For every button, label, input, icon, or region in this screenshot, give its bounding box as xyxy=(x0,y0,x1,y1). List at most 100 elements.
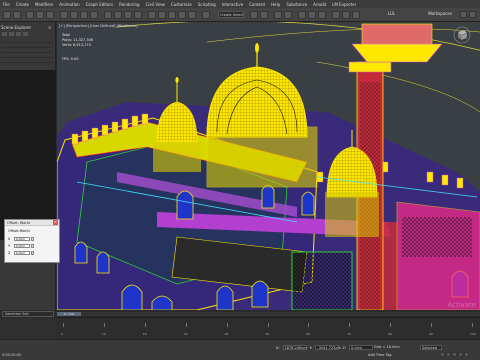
timeline-tick xyxy=(226,323,228,327)
go-to-start-icon[interactable] xyxy=(440,352,445,357)
mirror-icon[interactable] xyxy=(250,11,258,19)
fps-label: FPS: xyxy=(62,57,70,61)
selection-region-icon[interactable] xyxy=(80,11,88,19)
list-item[interactable] xyxy=(1,54,53,58)
select-object-icon[interactable] xyxy=(60,11,68,19)
scene-explorer-title: Scene Explorer xyxy=(1,25,32,30)
menu-content[interactable]: Content xyxy=(246,2,268,7)
status-bar: 0:00:20:00 X: 1878.249cm Y: -3441.723cm … xyxy=(0,339,480,360)
bind-space-warp-icon[interactable] xyxy=(46,11,54,19)
x-coordinate-field[interactable]: 1878.249cm xyxy=(282,345,307,350)
selection-set-dropdown[interactable]: Create Selection Set xyxy=(218,11,244,18)
time-slider[interactable]: 0 / 100 xyxy=(57,312,480,316)
snap-toggle-icon[interactable] xyxy=(158,11,166,19)
ribbon-toggle-icon[interactable] xyxy=(284,11,292,19)
close-icon[interactable] xyxy=(469,11,476,18)
menu-customize[interactable]: Customize xyxy=(168,2,195,7)
placement-icon[interactable] xyxy=(134,11,142,19)
timeline-tick-label: 50 xyxy=(265,332,270,336)
viewport-label[interactable]: [+] [Perspective] [User Defined] [Wirefr… xyxy=(59,24,137,28)
time-slider-thumb[interactable]: 0 / 100 xyxy=(57,312,81,316)
timeline-tick-label: 80 xyxy=(388,332,393,336)
display-icon[interactable] xyxy=(9,32,14,36)
app-window: File Create Modifiers Animation Graph Ed… xyxy=(0,0,480,360)
minimize-icon[interactable] xyxy=(460,11,467,18)
track-bar[interactable]: 0 10 20 30 40 50 60 70 80 90 100 xyxy=(57,317,480,339)
menu-animation[interactable]: Animation xyxy=(56,2,82,7)
pivot-icon[interactable] xyxy=(148,11,156,19)
timeline-tick xyxy=(267,323,269,327)
menu-help[interactable]: Help xyxy=(268,2,283,7)
menu-lm-exporter[interactable]: LM Exporter xyxy=(329,2,359,7)
offset-x-field[interactable]: 0.0cm xyxy=(14,236,30,241)
redo-icon[interactable] xyxy=(13,11,21,19)
viewcube-icon[interactable] xyxy=(452,24,472,44)
scene-list-area[interactable] xyxy=(0,70,56,240)
menu-interactive[interactable]: Interactive xyxy=(219,2,247,7)
go-to-end-icon[interactable] xyxy=(464,352,469,357)
close-icon[interactable]: × xyxy=(53,220,58,225)
curve-editor-icon[interactable] xyxy=(298,11,306,19)
timeline-tick-label: 20 xyxy=(142,332,147,336)
timeline-tick xyxy=(63,323,64,327)
render-setup-icon[interactable] xyxy=(332,11,340,19)
z-label: Z: xyxy=(342,345,347,350)
panel-close-icon[interactable]: × xyxy=(48,25,51,30)
edit-icon[interactable] xyxy=(16,32,21,36)
schematic-view-icon[interactable] xyxy=(308,11,316,19)
undo-icon[interactable] xyxy=(3,11,11,19)
activation-watermark: Activate xyxy=(447,301,476,309)
y-label: Y: xyxy=(309,345,313,350)
menu-arnold[interactable]: Arnold xyxy=(310,2,329,7)
z-coordinate-field[interactable]: 0.0cm xyxy=(349,345,374,350)
layer-explorer-icon[interactable] xyxy=(274,11,282,19)
offset-z-field[interactable]: 0.0cm xyxy=(14,250,30,255)
y-coordinate-field[interactable]: -3441.723cm xyxy=(315,345,341,350)
perspective-viewport[interactable]: [+] [Perspective] [User Defined] [Wirefr… xyxy=(57,22,480,310)
next-frame-icon[interactable] xyxy=(458,352,463,357)
edit-named-selection-icon[interactable] xyxy=(202,11,210,19)
customize-icon[interactable] xyxy=(23,32,28,36)
list-item[interactable] xyxy=(1,39,53,43)
angle-snap-icon[interactable] xyxy=(168,11,176,19)
mosque-wireframe-model xyxy=(57,22,480,310)
key-filter-dropdown[interactable]: Selected xyxy=(420,345,442,350)
dialog-title-bar[interactable]: Offset: World × xyxy=(5,220,59,226)
selection-set-field[interactable]: Selection Set: xyxy=(2,311,54,317)
unlink-icon[interactable] xyxy=(36,11,44,19)
menu-modifiers[interactable]: Modifiers xyxy=(32,2,56,7)
menu-scripting[interactable]: Scripting xyxy=(195,2,219,7)
menu-substance[interactable]: Substance xyxy=(283,2,310,7)
window-crossing-icon[interactable] xyxy=(90,11,98,19)
select-rotate-icon[interactable] xyxy=(114,11,122,19)
offset-x-row: X 0.0cm xyxy=(8,236,52,241)
render-icon[interactable] xyxy=(352,11,360,19)
add-time-tag-button[interactable]: Add Time Tag xyxy=(368,353,392,357)
spinner-snap-icon[interactable] xyxy=(188,11,196,19)
previous-frame-icon[interactable] xyxy=(446,352,451,357)
select-scale-icon[interactable] xyxy=(124,11,132,19)
menu-civil-view[interactable]: Civil View xyxy=(143,2,168,7)
material-editor-icon[interactable] xyxy=(318,11,326,19)
percent-snap-icon[interactable] xyxy=(178,11,186,19)
list-item[interactable] xyxy=(1,44,53,48)
align-icon[interactable] xyxy=(260,11,268,19)
menu-rendering[interactable]: Rendering xyxy=(116,2,142,7)
menu-graph-editors[interactable]: Graph Editors xyxy=(83,2,116,7)
workspace-dropdown[interactable]: Workspaces xyxy=(428,11,452,16)
select-move-icon[interactable] xyxy=(104,11,112,19)
rendered-frame-icon[interactable] xyxy=(342,11,350,19)
spinner-icon[interactable] xyxy=(31,243,34,248)
select-by-name-icon[interactable] xyxy=(70,11,78,19)
link-icon[interactable] xyxy=(26,11,34,19)
filter-icon[interactable] xyxy=(2,32,7,36)
list-item[interactable] xyxy=(1,59,53,63)
offset-y-field[interactable]: 0.0cm xyxy=(14,243,30,248)
menu-file[interactable]: File xyxy=(0,2,13,7)
spinner-icon[interactable] xyxy=(31,236,34,241)
timeline-tick xyxy=(103,323,105,327)
list-item[interactable] xyxy=(1,49,53,53)
play-icon[interactable] xyxy=(452,352,457,357)
spinner-icon[interactable] xyxy=(31,250,34,255)
menu-create[interactable]: Create xyxy=(13,2,32,7)
